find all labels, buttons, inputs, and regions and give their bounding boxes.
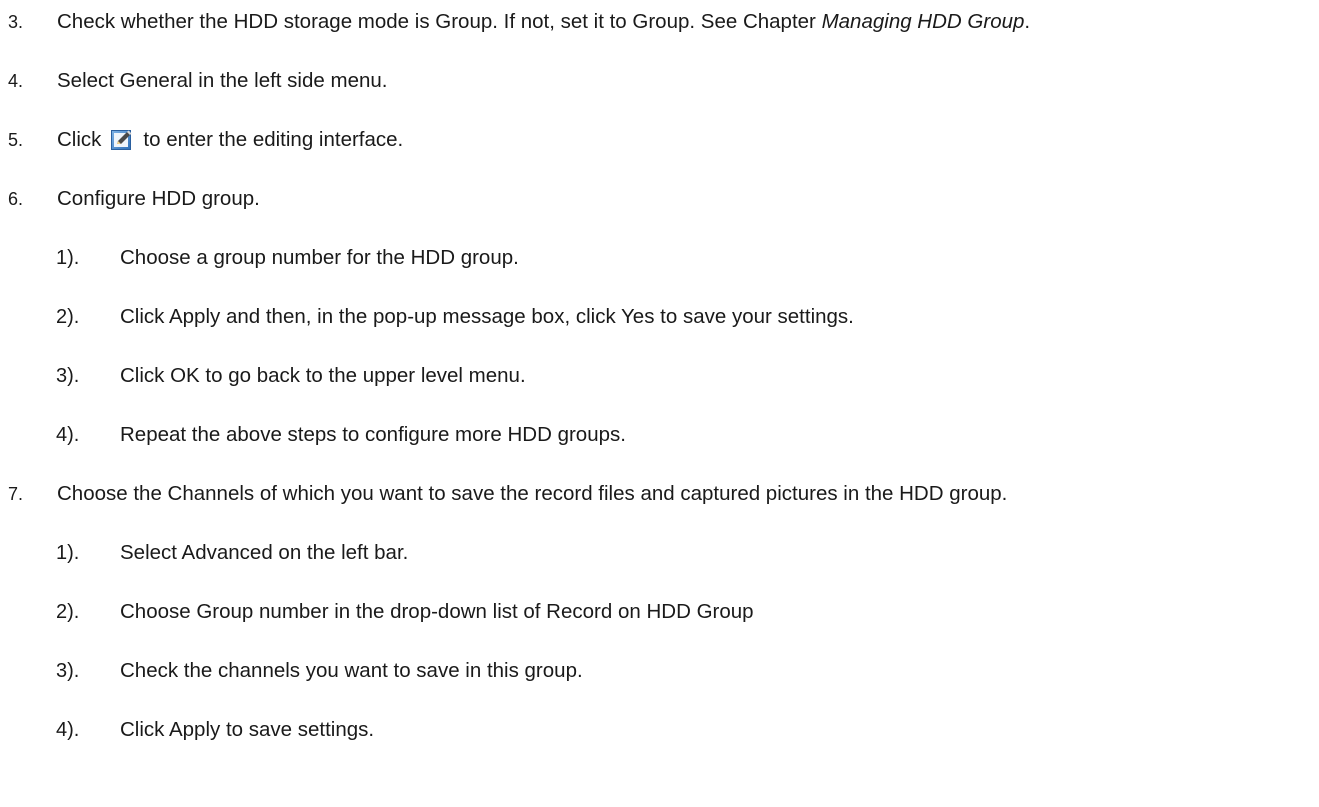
- chapter-reference: Managing HDD Group: [821, 10, 1025, 33]
- step-text: Choose the Channels of which you want to…: [57, 482, 1008, 505]
- substep-number: 1).: [56, 542, 80, 564]
- substep-number: 4).: [56, 719, 80, 741]
- substep-text: Select Advanced on the left bar.: [120, 541, 409, 564]
- substep: 1). Select Advanced on the left bar.: [56, 538, 408, 568]
- substep: 2). Choose Group number in the drop-down…: [56, 597, 754, 627]
- substep-text: Check the channels you want to save in t…: [120, 659, 583, 682]
- substep: 3). Click OK to go back to the upper lev…: [56, 361, 526, 391]
- substep: 2). Click Apply and then, in the pop-up …: [56, 302, 854, 332]
- edit-icon: [111, 129, 133, 150]
- step-4: 4. Select General in the left side menu.: [8, 66, 387, 96]
- substep-text: Click Apply to save settings.: [120, 718, 375, 741]
- substep-number: 4).: [56, 424, 80, 446]
- step-5: 5. Click to enter the editing interface.: [8, 125, 403, 155]
- substep-text: Choose Group number in the drop-down lis…: [120, 600, 754, 623]
- step-6: 6. Configure HDD group.: [8, 184, 260, 214]
- substep-text: Choose a group number for the HDD group.: [120, 246, 519, 269]
- substep-number: 1).: [56, 247, 80, 269]
- substep: 4). Click Apply to save settings.: [56, 715, 374, 745]
- step-number: 5.: [8, 130, 24, 150]
- step-number: 6.: [8, 189, 24, 209]
- step-number: 3.: [8, 12, 24, 32]
- substep-text: Click Apply and then, in the pop-up mess…: [120, 305, 854, 328]
- substep-number: 3).: [56, 660, 80, 682]
- step-text-main: Check whether the HDD storage mode is Gr…: [57, 10, 822, 33]
- step-7: 7. Choose the Channels of which you want…: [8, 479, 1007, 509]
- step-text-suffix: .: [1024, 10, 1031, 33]
- substep-number: 2).: [56, 306, 80, 328]
- step-number: 4.: [8, 71, 24, 91]
- step-text-before-icon: Click: [57, 128, 102, 151]
- substep-text: Repeat the above steps to configure more…: [120, 423, 626, 446]
- substep: 1). Choose a group number for the HDD gr…: [56, 243, 519, 273]
- step-text: Configure HDD group.: [57, 187, 260, 210]
- substep-text: Click OK to go back to the upper level m…: [120, 364, 526, 387]
- substep-number: 2).: [56, 601, 80, 623]
- step-text: Select General in the left side menu.: [57, 69, 388, 92]
- step-text-after-icon: to enter the editing interface.: [143, 128, 404, 151]
- document-page: 3. Check whether the HDD storage mode is…: [0, 0, 1319, 807]
- substep: 3). Check the channels you want to save …: [56, 656, 583, 686]
- step-number: 7.: [8, 484, 24, 504]
- step-text: Check whether the HDD storage mode is Gr…: [57, 7, 1030, 37]
- step-3: 3. Check whether the HDD storage mode is…: [8, 7, 1030, 37]
- substep: 4). Repeat the above steps to configure …: [56, 420, 626, 450]
- substep-number: 3).: [56, 365, 80, 387]
